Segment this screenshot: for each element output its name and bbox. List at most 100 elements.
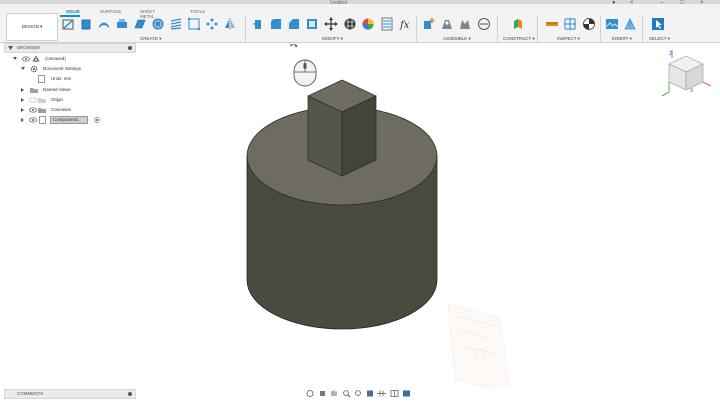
tree-item-named-views[interactable]: Named Views bbox=[10, 86, 134, 94]
tree-item-label: Named Views bbox=[43, 87, 71, 92]
comments-panel-header[interactable]: COMMENTS bbox=[4, 389, 136, 399]
visibility-eye-hidden-icon[interactable] bbox=[29, 97, 37, 103]
tree-item-label: Origin bbox=[51, 97, 64, 102]
toolbar-separator bbox=[537, 16, 538, 42]
inspect-group-label[interactable]: INSPECT ▾ bbox=[557, 36, 580, 42]
browser-title: BROWSER bbox=[17, 45, 41, 50]
tree-item-root[interactable]: (Unsaved) bbox=[10, 55, 134, 63]
insert-mesh-icon[interactable] bbox=[623, 17, 637, 31]
insert-group-label[interactable]: INSERT ▾ bbox=[612, 36, 632, 42]
collapse-browser-icon[interactable] bbox=[8, 46, 13, 50]
toolbar-separator bbox=[245, 16, 246, 42]
create-sketch-icon[interactable] bbox=[61, 17, 75, 31]
tree-item-label: Canvases bbox=[51, 107, 72, 112]
new-component-icon[interactable] bbox=[422, 17, 436, 31]
pan-icon[interactable] bbox=[331, 390, 337, 397]
toolbar-separator bbox=[600, 16, 601, 42]
create-group-label[interactable]: CREATE ▾ bbox=[140, 36, 161, 42]
extrude-icon[interactable] bbox=[79, 17, 93, 31]
tree-item-units[interactable]: Units: mm bbox=[10, 75, 134, 83]
tree-item-label-selected: Component1 bbox=[50, 116, 88, 124]
component-icon bbox=[39, 116, 46, 124]
tab-solid[interactable]: SOLID bbox=[66, 9, 80, 14]
move-copy-icon[interactable] bbox=[324, 17, 338, 31]
tree-item-component1[interactable]: Component1 bbox=[10, 116, 134, 124]
tab-tools[interactable]: TOOLS bbox=[190, 9, 205, 14]
interference-icon[interactable] bbox=[563, 17, 577, 31]
measure-icon[interactable] bbox=[545, 17, 559, 31]
expand-icon[interactable] bbox=[21, 67, 25, 70]
loft-icon[interactable] bbox=[133, 17, 147, 31]
change-parameters-icon[interactable]: fx bbox=[398, 17, 412, 31]
browser-panel-header[interactable]: BROWSER bbox=[4, 43, 136, 53]
fillet-icon[interactable] bbox=[269, 17, 283, 31]
physical-material-icon[interactable] bbox=[343, 17, 357, 31]
visibility-eye-icon[interactable] bbox=[22, 56, 30, 62]
folder-icon bbox=[38, 108, 46, 113]
browser-pin-icon[interactable] bbox=[127, 45, 133, 51]
insert-canvas-icon[interactable] bbox=[605, 17, 619, 31]
visibility-eye-icon[interactable] bbox=[29, 117, 37, 123]
assemble-group-label[interactable]: ASSEMBLE ▾ bbox=[443, 36, 471, 42]
as-built-joint-icon[interactable] bbox=[458, 17, 472, 31]
orbit-icon[interactable] bbox=[306, 390, 314, 397]
section-analysis-icon[interactable] bbox=[582, 17, 596, 31]
comments-pin-icon[interactable] bbox=[127, 391, 133, 397]
axis-x-label: X bbox=[690, 88, 694, 94]
grid-snaps-icon[interactable] bbox=[377, 390, 386, 397]
press-pull-icon[interactable] bbox=[251, 17, 265, 31]
comments-title: COMMENTS bbox=[17, 391, 44, 396]
visibility-eye-icon[interactable] bbox=[29, 107, 37, 113]
fit-icon[interactable] bbox=[355, 390, 361, 396]
tree-item-label: (Unsaved) bbox=[45, 56, 66, 61]
tree-item-origin[interactable]: Origin bbox=[10, 96, 134, 104]
component-root-icon bbox=[32, 55, 40, 62]
shell-icon[interactable] bbox=[305, 17, 319, 31]
manage-materials-icon[interactable] bbox=[380, 17, 394, 31]
motion-link-icon[interactable] bbox=[477, 17, 491, 31]
mouse-hint-icon bbox=[293, 59, 317, 87]
chamfer-icon[interactable] bbox=[287, 17, 301, 31]
environment-icon[interactable] bbox=[403, 390, 410, 397]
axis-z-label: Z bbox=[669, 51, 673, 57]
square-boss[interactable] bbox=[307, 79, 377, 177]
pattern-icon[interactable] bbox=[205, 17, 219, 31]
expand-icon[interactable] bbox=[21, 88, 24, 92]
joint-icon[interactable] bbox=[440, 17, 454, 31]
select-group-label[interactable]: SELECT ▾ bbox=[649, 36, 670, 42]
modify-group-label[interactable]: MODIFY ▾ bbox=[322, 36, 343, 42]
select-icon[interactable] bbox=[651, 17, 665, 31]
document-icon bbox=[38, 75, 45, 83]
expand-icon[interactable] bbox=[21, 98, 24, 102]
activate-component-radio-icon[interactable] bbox=[94, 117, 100, 123]
rib-icon[interactable] bbox=[151, 17, 165, 31]
expand-icon[interactable] bbox=[13, 57, 17, 60]
offset-plane-icon[interactable] bbox=[511, 17, 525, 31]
sweep-icon[interactable] bbox=[115, 17, 129, 31]
expand-icon[interactable] bbox=[21, 108, 24, 112]
viewports-icon[interactable] bbox=[390, 390, 399, 397]
workspace-switcher[interactable]: DESIGN ▾ bbox=[6, 13, 58, 41]
hole-icon[interactable] bbox=[187, 17, 201, 31]
mirror-icon[interactable] bbox=[223, 17, 237, 31]
toolbar-separator bbox=[416, 16, 417, 42]
look-at-icon[interactable] bbox=[320, 391, 325, 396]
web-icon[interactable] bbox=[169, 17, 183, 31]
construct-group-label[interactable]: CONSTRUCT ▾ bbox=[503, 36, 535, 42]
tree-item-label: Document Settings bbox=[43, 66, 82, 71]
appearance-icon[interactable] bbox=[361, 17, 375, 31]
canvas-viewport[interactable]: Z X bbox=[140, 44, 720, 388]
svg-text:fx: fx bbox=[399, 20, 410, 31]
zoom-icon[interactable] bbox=[343, 390, 351, 398]
expand-icon[interactable] bbox=[21, 118, 24, 122]
toolbar: DESIGN ▾ SOLID SURFACE SHEET METAL TOOLS… bbox=[0, 4, 720, 43]
toolbar-separator bbox=[497, 16, 498, 42]
tree-item-document-settings[interactable]: Document Settings bbox=[10, 65, 134, 73]
tab-surface[interactable]: SURFACE bbox=[100, 9, 121, 14]
tree-item-label: Units: mm bbox=[51, 76, 72, 81]
revolve-icon[interactable] bbox=[97, 17, 111, 31]
display-settings-icon[interactable] bbox=[367, 390, 373, 397]
tree-item-canvases[interactable]: Canvases bbox=[10, 106, 134, 114]
pointer-cursor-icon bbox=[290, 44, 298, 48]
canvas-image-ghost bbox=[447, 303, 510, 388]
